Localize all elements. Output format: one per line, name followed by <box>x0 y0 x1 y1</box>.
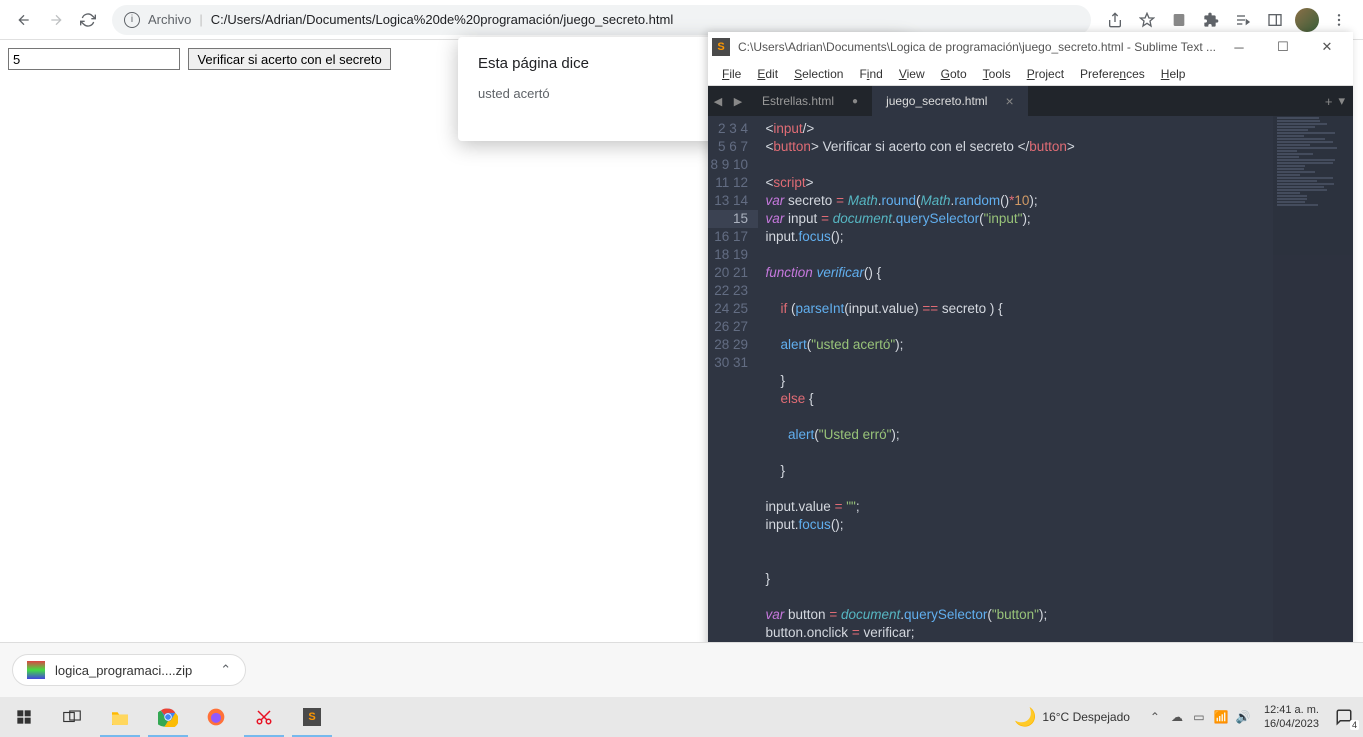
sidepanel-icon[interactable] <box>1261 6 1289 34</box>
explorer-icon[interactable] <box>96 697 144 737</box>
menu-help[interactable]: Help <box>1153 65 1194 83</box>
system-clock[interactable]: 12:41 a. m. 16/04/2023 <box>1264 703 1319 731</box>
menu-selection[interactable]: Selection <box>786 65 851 83</box>
clock-time: 12:41 a. m. <box>1264 703 1319 717</box>
notifications-icon[interactable]: 4 <box>1329 702 1359 732</box>
sublime-app-icon: S <box>712 38 730 56</box>
menu-goto[interactable]: Goto <box>933 65 975 83</box>
chevron-up-icon[interactable]: ⌃ <box>220 662 231 678</box>
star-icon[interactable] <box>1133 6 1161 34</box>
task-view-icon[interactable] <box>48 697 96 737</box>
minimap[interactable] <box>1273 116 1353 668</box>
extensions-icon[interactable] <box>1197 6 1225 34</box>
tab-estrellas[interactable]: Estrellas.html● <box>748 86 872 116</box>
sublime-titlebar[interactable]: S C:\Users\Adrian\Documents\Logica de pr… <box>708 32 1353 62</box>
verify-button[interactable]: Verificar si acerto con el secreto <box>188 48 390 70</box>
info-icon: i <box>124 12 140 28</box>
menu-find[interactable]: Find <box>851 65 890 83</box>
forward-button[interactable] <box>42 6 70 34</box>
tab-juego-secreto[interactable]: juego_secreto.html× <box>872 86 1028 116</box>
back-button[interactable] <box>10 6 38 34</box>
menu-project[interactable]: Project <box>1019 65 1072 83</box>
weather-moon-icon: 🌙 <box>1014 707 1036 728</box>
address-bar[interactable]: i Archivo | C:/Users/Adrian/Documents/Lo… <box>112 5 1091 35</box>
menu-tools[interactable]: Tools <box>975 65 1019 83</box>
tray-chevron-icon[interactable]: ⌃ <box>1144 710 1166 724</box>
sublime-menubar: File Edit Selection Find View Goto Tools… <box>708 62 1353 86</box>
download-item[interactable]: logica_programaci....zip ⌃ <box>12 654 246 686</box>
new-tab-icon[interactable]: + <box>1325 94 1333 109</box>
download-bar: logica_programaci....zip ⌃ <box>0 642 1363 697</box>
tab-menu-icon[interactable]: ▾ <box>1338 93 1345 109</box>
sublime-tabs: ◀ ▶ Estrellas.html● juego_secreto.html× … <box>708 86 1353 116</box>
tray-battery-icon[interactable]: ▭ <box>1188 710 1210 724</box>
pdf-icon[interactable] <box>1165 6 1193 34</box>
snip-icon[interactable] <box>240 697 288 737</box>
menu-edit[interactable]: Edit <box>749 65 786 83</box>
windows-taskbar: S 🌙 16°C Despejado ⌃ ☁ ▭ 📶 🔊 12:41 a. m.… <box>0 697 1363 737</box>
tab-close-icon[interactable]: × <box>1005 93 1013 109</box>
sublime-taskbar-icon[interactable]: S <box>288 697 336 737</box>
minimize-button[interactable]: ─ <box>1217 32 1261 62</box>
clock-date: 16/04/2023 <box>1264 717 1319 731</box>
tray-onedrive-icon[interactable]: ☁ <box>1166 710 1188 724</box>
code-area[interactable]: <input/> <button> Verificar si acerto co… <box>758 116 1353 668</box>
menu-file[interactable]: File <box>714 65 749 83</box>
chrome-icon[interactable] <box>144 697 192 737</box>
playlist-icon[interactable] <box>1229 6 1257 34</box>
guess-input[interactable] <box>8 48 180 70</box>
weather-desc: Despejado <box>1073 710 1130 724</box>
weather-temp: 16°C <box>1042 710 1069 724</box>
reload-button[interactable] <box>74 6 102 34</box>
sublime-window: S C:\Users\Adrian\Documents\Logica de pr… <box>708 32 1353 692</box>
menu-icon[interactable] <box>1325 6 1353 34</box>
firefox-icon[interactable] <box>192 697 240 737</box>
profile-avatar[interactable] <box>1295 8 1319 32</box>
dirty-dot-icon: ● <box>852 96 858 107</box>
sublime-title-text: C:\Users\Adrian\Documents\Logica de prog… <box>738 40 1217 54</box>
weather-widget[interactable]: 🌙 16°C Despejado <box>1014 707 1130 728</box>
maximize-button[interactable]: ☐ <box>1261 32 1305 62</box>
file-icon <box>27 661 45 679</box>
start-button[interactable] <box>0 697 48 737</box>
menu-view[interactable]: View <box>891 65 933 83</box>
tab-next-icon[interactable]: ▶ <box>728 86 748 116</box>
tray-volume-icon[interactable]: 🔊 <box>1232 710 1254 724</box>
share-icon[interactable] <box>1101 6 1129 34</box>
addr-scheme: Archivo <box>148 12 191 27</box>
download-filename: logica_programaci....zip <box>55 663 192 678</box>
addr-url: C:/Users/Adrian/Documents/Logica%20de%20… <box>211 12 673 27</box>
close-button[interactable]: ✕ <box>1305 32 1349 62</box>
menu-preferences[interactable]: Preferences <box>1072 65 1153 83</box>
line-gutter: 2 3 4 5 6 7 8 9 10 11 12 13 14 15 16 17 … <box>708 116 758 668</box>
notif-badge: 4 <box>1350 720 1359 730</box>
code-editor[interactable]: 2 3 4 5 6 7 8 9 10 11 12 13 14 15 16 17 … <box>708 116 1353 668</box>
tab-prev-icon[interactable]: ◀ <box>708 86 728 116</box>
tray-wifi-icon[interactable]: 📶 <box>1210 710 1232 724</box>
